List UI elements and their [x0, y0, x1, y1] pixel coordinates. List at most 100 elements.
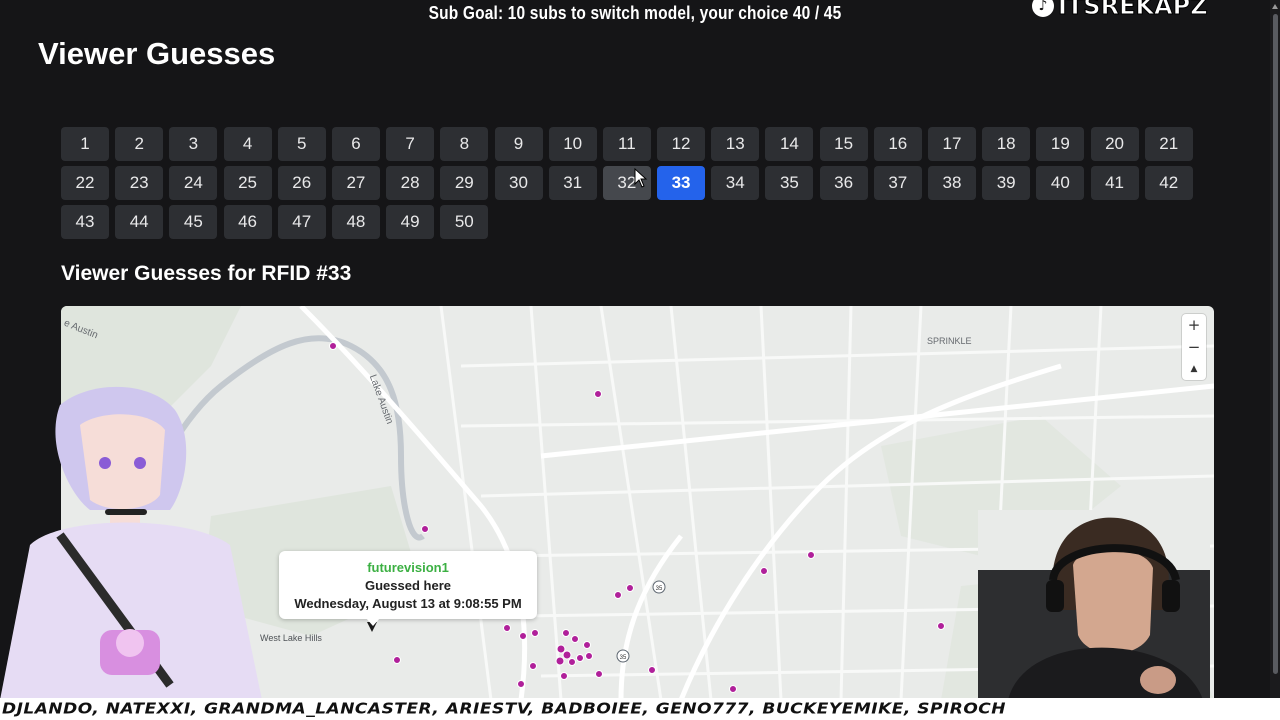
guess-marker[interactable]: [568, 658, 576, 666]
zoom-out-button[interactable]: −: [1182, 336, 1206, 358]
rfid-button-45[interactable]: 45: [169, 205, 218, 239]
guess-marker[interactable]: [595, 670, 603, 678]
map-zoom-controls: + − ▲: [1182, 314, 1206, 380]
rfid-button-8[interactable]: 8: [440, 127, 489, 161]
rfid-button-15[interactable]: 15: [819, 127, 868, 161]
rfid-button-31[interactable]: 31: [548, 166, 597, 200]
rfid-button-22[interactable]: 22: [61, 166, 109, 200]
svg-text:35: 35: [656, 586, 663, 592]
rfid-button-36[interactable]: 36: [819, 166, 868, 200]
guess-marker[interactable]: [648, 666, 656, 674]
vtuber-avatar: [0, 386, 262, 700]
scroll-up-icon[interactable]: [1272, 4, 1278, 9]
rfid-button-48[interactable]: 48: [331, 205, 380, 239]
mouse-cursor-icon: [634, 168, 648, 188]
rfid-button-12[interactable]: 12: [657, 127, 706, 161]
scrollbar-thumb[interactable]: [1273, 14, 1278, 674]
webcam-overlay: [978, 510, 1210, 700]
rfid-button-13[interactable]: 13: [711, 127, 760, 161]
guess-marker[interactable]: [807, 551, 815, 559]
streamer-handle-text: ITSREKAPZ: [1058, 0, 1209, 21]
rfid-button-6[interactable]: 6: [331, 127, 380, 161]
rfid-button-18[interactable]: 18: [982, 127, 1031, 161]
guess-marker[interactable]: [585, 652, 593, 660]
rfid-button-25[interactable]: 25: [223, 166, 272, 200]
guess-marker[interactable]: [329, 342, 337, 350]
rfid-button-34[interactable]: 34: [711, 166, 760, 200]
guess-marker[interactable]: [529, 662, 537, 670]
guess-marker[interactable]: [760, 567, 768, 575]
rfid-button-33[interactable]: 33: [657, 166, 706, 200]
popup-guessed-here: Guessed here: [365, 578, 451, 593]
guess-marker[interactable]: [729, 685, 737, 693]
guess-marker[interactable]: [519, 632, 527, 640]
zoom-in-button[interactable]: +: [1182, 314, 1206, 336]
chat-ticker-text: DJLANDO, NATEXXI, GRANDMA_LANCASTER, ARI…: [2, 700, 1007, 718]
highway-shield-icon: 35: [652, 580, 666, 594]
guess-popup: futurevision1 Guessed here Wednesday, Au…: [279, 551, 537, 619]
rfid-button-37[interactable]: 37: [873, 166, 922, 200]
guess-marker[interactable]: [583, 641, 591, 649]
guess-marker[interactable]: [531, 629, 539, 637]
guess-marker[interactable]: [555, 656, 565, 666]
rfid-button-24[interactable]: 24: [169, 166, 218, 200]
guess-marker[interactable]: [393, 656, 401, 664]
guess-marker[interactable]: [556, 644, 566, 654]
rfid-button-41[interactable]: 41: [1090, 166, 1139, 200]
rfid-button-30[interactable]: 30: [494, 166, 543, 200]
rfid-button-29[interactable]: 29: [440, 166, 489, 200]
guess-marker[interactable]: [517, 680, 525, 688]
rfid-button-27[interactable]: 27: [331, 166, 380, 200]
rfid-button-5[interactable]: 5: [277, 127, 326, 161]
guess-marker[interactable]: [562, 629, 570, 637]
guess-marker[interactable]: [562, 650, 572, 660]
rfid-button-38[interactable]: 38: [928, 166, 976, 200]
chat-ticker: DJLANDO, NATEXXI, GRANDMA_LANCASTER, ARI…: [0, 698, 1280, 720]
rfid-button-42[interactable]: 42: [1144, 166, 1193, 200]
rfid-button-17[interactable]: 17: [928, 127, 976, 161]
guess-marker[interactable]: [937, 622, 945, 630]
rfid-button-10[interactable]: 10: [548, 127, 597, 161]
popup-username: futurevision1: [367, 560, 449, 575]
rfid-button-4[interactable]: 4: [223, 127, 272, 161]
rfid-button-44[interactable]: 44: [115, 205, 164, 239]
rfid-button-3[interactable]: 3: [169, 127, 218, 161]
rfid-button-46[interactable]: 46: [223, 205, 272, 239]
rfid-button-grid: 1 2 3 4 5 6 7 8 9 10 11 12 13 14 15 16 17 18 19 20 21 22 23 24 2…: [61, 127, 1201, 239]
rfid-button-23[interactable]: 23: [115, 166, 164, 200]
rfid-button-47[interactable]: 47: [277, 205, 326, 239]
rfid-button-19[interactable]: 19: [1036, 127, 1085, 161]
rfid-button-26[interactable]: 26: [277, 166, 326, 200]
page-scrollbar[interactable]: [1270, 0, 1280, 700]
guess-marker[interactable]: [560, 672, 568, 680]
rfid-button-39[interactable]: 39: [982, 166, 1031, 200]
guess-marker[interactable]: [571, 635, 579, 643]
guess-marker[interactable]: [626, 584, 634, 592]
rfid-button-20[interactable]: 20: [1090, 127, 1139, 161]
popup-timestamp: Wednesday, August 13 at 9:08:55 PM: [294, 596, 522, 611]
rfid-button-43[interactable]: 43: [61, 205, 109, 239]
rfid-button-40[interactable]: 40: [1036, 166, 1085, 200]
popup-tip: [366, 618, 380, 626]
guess-marker[interactable]: [576, 654, 584, 662]
rfid-button-1[interactable]: 1: [61, 127, 109, 161]
guess-marker[interactable]: [421, 525, 429, 533]
guess-marker[interactable]: [614, 591, 622, 599]
rfid-button-14[interactable]: 14: [765, 127, 814, 161]
compass-icon[interactable]: ▲: [1182, 358, 1206, 380]
rfid-button-7[interactable]: 7: [386, 127, 435, 161]
rfid-button-49[interactable]: 49: [386, 205, 435, 239]
highway-shield-icon: 35: [616, 649, 630, 663]
rfid-button-35[interactable]: 35: [765, 166, 814, 200]
svg-text:35: 35: [620, 655, 627, 661]
rfid-button-9[interactable]: 9: [494, 127, 543, 161]
section-title: Viewer Guesses for RFID #33: [61, 262, 352, 285]
rfid-button-2[interactable]: 2: [115, 127, 164, 161]
guess-marker[interactable]: [594, 390, 602, 398]
rfid-button-16[interactable]: 16: [873, 127, 922, 161]
guess-marker[interactable]: [503, 624, 511, 632]
rfid-button-11[interactable]: 11: [602, 127, 651, 161]
rfid-button-28[interactable]: 28: [386, 166, 435, 200]
rfid-button-21[interactable]: 21: [1144, 127, 1193, 161]
rfid-button-50[interactable]: 50: [440, 205, 489, 239]
